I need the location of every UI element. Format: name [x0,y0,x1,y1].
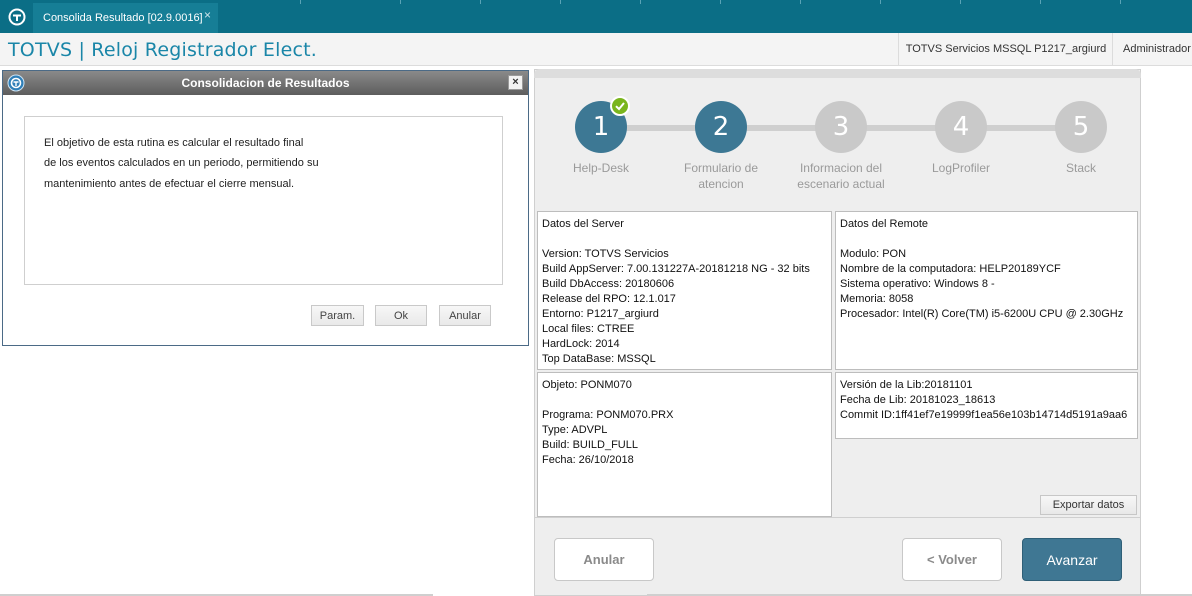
top-tab-bar: Consolida Resultado [02.9.0016] × [0,0,1192,33]
info-line: Fecha: 26/10/2018 [542,454,634,466]
step-3-circle[interactable]: 3 [815,101,867,153]
step-1-label: Help-Desk [536,160,666,176]
description-line: de los eventos calculados en un periodo,… [44,157,319,169]
app-title: TOTVS | Reloj Registrador Elect. [8,39,317,61]
footer-separator [535,517,1140,518]
wizard-cancel-button[interactable]: Anular [554,538,654,581]
step-connector [746,125,816,131]
dialog-close-icon[interactable]: × [508,75,523,90]
info-line: Build: BUILD_FULL [542,439,638,451]
dialog-description-box: El objetivo de esta rutina es calcular e… [24,116,503,285]
object-data-box: Objeto: PONM070 Programa: PONM070.PRX Ty… [537,372,832,517]
back-button[interactable]: < Volver [902,538,1002,581]
box-title: Datos del Remote [840,218,929,230]
box-title: Objeto: PONM070 [542,379,632,391]
app-header: TOTVS | Reloj Registrador Elect. TOTVS S… [0,33,1192,66]
info-line: Nombre de la computadora: HELP20189YCF [840,263,1061,275]
dialog-cancel-button[interactable]: Anular [439,305,491,326]
tab-title: Consolida Resultado [02.9.0016] [43,12,203,24]
step-label-line: Informacion del [799,161,883,175]
info-line: Local files: CTREE [542,323,635,335]
export-data-button[interactable]: Exportar datos [1040,495,1137,515]
step-5-circle[interactable]: 5 [1055,101,1107,153]
step-label-line: Stack [1065,161,1096,175]
info-line: Commit ID:1ff41ef7e19999f1ea56e103b14714… [840,409,1128,421]
step-label-line: escenario actual [797,177,885,191]
info-line: Versión de la Lib:20181101 [840,379,973,391]
info-line: Type: ADVPL [542,424,608,436]
step-4-circle[interactable]: 4 [935,101,987,153]
info-line: Build AppServer: 7.00.131227A-20181218 N… [542,263,810,275]
step-label-line: Formulario de [683,161,759,175]
step-connector [626,125,696,131]
checkmark-icon [610,96,630,116]
server-environment-info: TOTVS Servicios MSSQL P1217_argiurd [898,33,1113,65]
info-line: HardLock: 2014 [542,338,620,350]
tab-separators [218,0,1192,4]
dialog-title-bar[interactable]: Consolidacion de Resultados [3,71,528,95]
info-line: Build DbAccess: 20180606 [542,278,675,290]
info-line: Programa: PONM070.PRX [542,409,674,421]
box-title: Datos del Server [542,218,624,230]
info-line: Entorno: P1217_argiurd [542,308,659,320]
totvs-logo-icon[interactable] [0,0,33,33]
step-5-label: Stack [1016,160,1146,176]
param-button[interactable]: Param. [311,305,364,326]
info-line: Version: TOTVS Servicios [542,248,669,260]
dialog-app-icon [7,74,25,92]
next-button[interactable]: Avanzar [1022,538,1122,581]
step-4-label: LogProfiler [896,160,1026,176]
server-data-box: Datos del Server Version: TOTVS Servicio… [537,211,832,370]
step-2-circle[interactable]: 2 [695,101,747,153]
step-connector [866,125,936,131]
step-label-line: Help-Desk [572,161,629,175]
description-line: mantenimiento antes de efectuar el cierr… [44,178,295,190]
tab-close-icon[interactable]: × [204,9,211,21]
lib-data-box: Versión de la Lib:20181101 Fecha de Lib:… [835,372,1138,439]
dialog-title: Consolidacion de Resultados [181,76,350,90]
info-line: Modulo: PON [840,248,907,260]
user-name[interactable]: Administrador [1112,33,1192,65]
info-line: Memoria: 8058 [840,293,914,305]
ok-button[interactable]: Ok [375,305,427,326]
consolidation-dialog: Consolidacion de Resultados × El objetiv… [2,70,529,346]
info-line: Procesador: Intel(R) Core(TM) i5-6200U C… [840,308,1124,320]
info-line: Release del RPO: 12.1.017 [542,293,676,305]
info-line: Fecha de Lib: 20181023_18613 [840,394,996,406]
step-connector [986,125,1056,131]
remote-data-box: Datos del Remote Modulo: PON Nombre de l… [835,211,1138,370]
tab-consolida-resultado[interactable]: Consolida Resultado [02.9.0016] [33,3,218,33]
step-label-line: LogProfiler [931,161,991,175]
step-label-line: atencion [698,177,744,191]
wizard-top-edge [534,69,1141,78]
description-line: El objetivo de esta rutina es calcular e… [44,137,304,149]
info-line: Sistema operativo: Windows 8 - [840,278,995,290]
step-2-label: Formulario de atencion [656,160,786,192]
info-line: Top DataBase: MSSQL [542,353,656,365]
step-3-label: Informacion del escenario actual [776,160,906,192]
